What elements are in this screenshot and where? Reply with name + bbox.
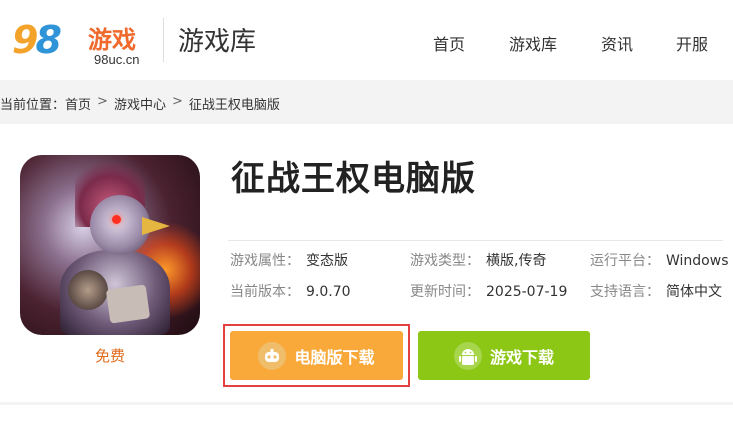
info-key: 更新时间： (410, 284, 480, 300)
game-title: 征战王权电脑版 (231, 159, 476, 199)
nav-server-open[interactable]: 开服 (676, 31, 708, 55)
price-label: 免费 (94, 347, 125, 365)
info-version: 当前版本： 9.0.70 (230, 281, 351, 301)
game-cover-image[interactable] (20, 155, 200, 335)
info-game-type: 游戏类型： 横版,传奇 (410, 250, 546, 270)
info-divider (228, 240, 723, 241)
pc-download-button[interactable]: 电脑版下载 (230, 331, 403, 380)
info-value: 2025-07-19 (486, 284, 568, 300)
logo-domain: 98uc.cn (94, 52, 140, 67)
info-game-attribute: 游戏属性： 变态版 (230, 250, 348, 270)
section-title: 游戏库 (178, 27, 257, 57)
logo-brand: 游戏 (88, 26, 136, 54)
site-logo[interactable]: 98 游戏 98uc.cn (8, 12, 148, 68)
breadcrumb: 当前位置： 首页 > 游戏中心 > 征战王权电脑版 (0, 94, 280, 113)
info-key: 当前版本： (230, 284, 300, 300)
header-divider (163, 18, 164, 62)
info-value: 9.0.70 (306, 284, 351, 300)
info-platform: 运行平台： Windows (590, 250, 729, 270)
info-update-time: 更新时间： 2025-07-19 (410, 281, 567, 301)
nav-home[interactable]: 首页 (433, 31, 465, 55)
info-value: 横版,传奇 (486, 253, 547, 269)
breadcrumb-home[interactable]: 首页 (65, 94, 91, 113)
gamepad-icon (258, 341, 287, 370)
logo-digits: 98 (12, 18, 62, 62)
info-key: 支持语言： (590, 284, 660, 300)
info-language: 支持语言： 简体中文 (590, 281, 722, 301)
nav-news[interactable]: 资讯 (601, 31, 633, 55)
nav-game-library[interactable]: 游戏库 (509, 31, 557, 55)
info-value: Windows (666, 253, 729, 269)
info-key: 运行平台： (590, 253, 660, 269)
next-section-card (0, 405, 733, 441)
breadcrumb-separator: > (171, 94, 183, 109)
site-header: 98 游戏 98uc.cn 游戏库 首页 游戏库 资讯 开服 (0, 0, 733, 80)
info-value: 简体中文 (666, 284, 722, 300)
android-icon (453, 341, 482, 370)
info-key: 游戏属性： (230, 253, 300, 269)
breadcrumb-game-center[interactable]: 游戏中心 (114, 94, 166, 113)
breadcrumb-current: 征战王权电脑版 (188, 98, 280, 113)
info-key: 游戏类型： (410, 253, 480, 269)
pc-download-label: 电脑版下载 (294, 347, 375, 367)
game-download-label: 游戏下载 (489, 347, 554, 367)
breadcrumb-prefix: 当前位置： (0, 98, 66, 113)
game-download-button[interactable]: 游戏下载 (418, 331, 590, 380)
info-value: 变态版 (306, 253, 348, 269)
breadcrumb-separator: > (97, 94, 108, 109)
